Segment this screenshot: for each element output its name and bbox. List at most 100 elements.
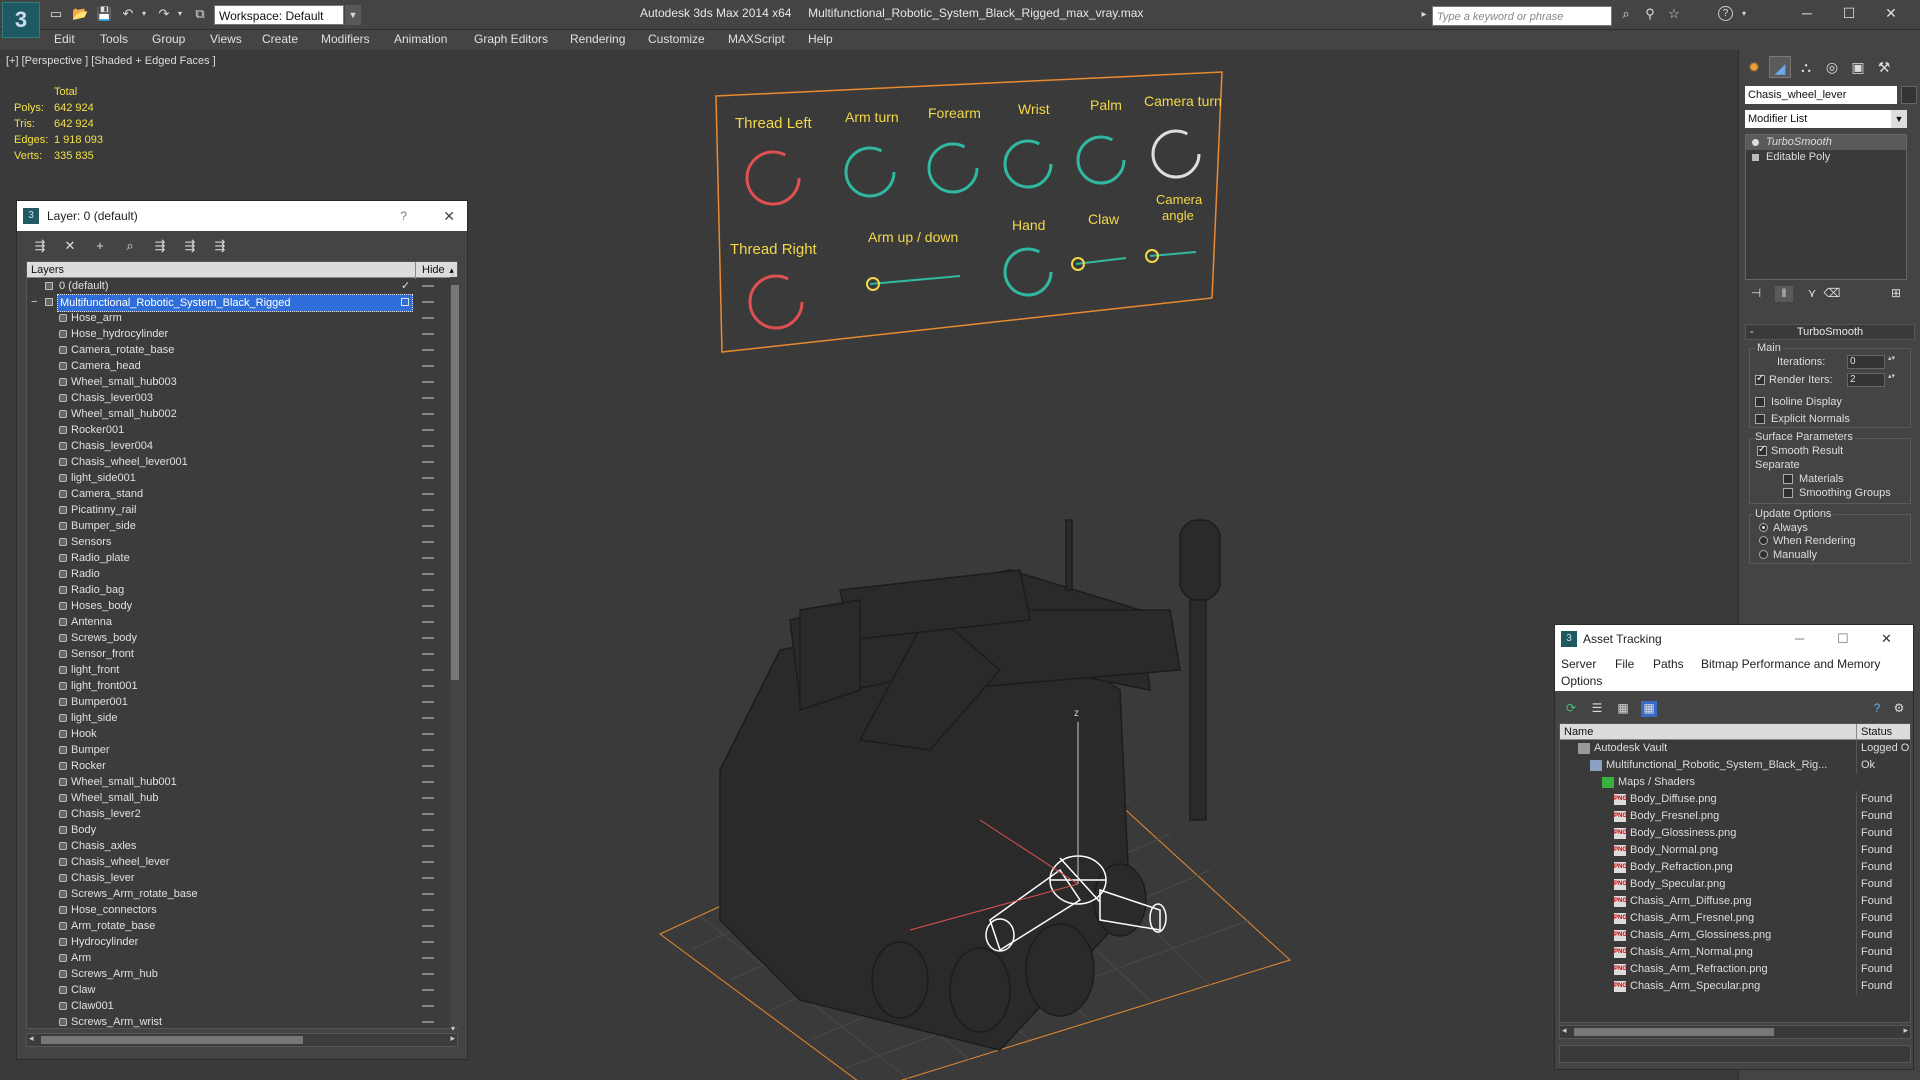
hide-toggle[interactable] bbox=[422, 445, 434, 447]
key-icon[interactable]: ⚲ bbox=[1642, 6, 1658, 22]
asset-row[interactable]: Autodesk Vault Logged O bbox=[1560, 740, 1910, 757]
layer-object-row[interactable]: Chasis_wheel_lever bbox=[27, 854, 457, 870]
layer-manager-dialog[interactable]: 3 Layer: 0 (default) ? ✕ ⇶ ✕ + ⌕ ⇶ ⇶ ⇶ L… bbox=[16, 200, 468, 1060]
hide-toggle[interactable] bbox=[422, 957, 434, 959]
layer-object-row[interactable]: Hose_hydrocylinder bbox=[27, 326, 457, 342]
column-status[interactable]: Status bbox=[1856, 724, 1892, 740]
refresh-icon[interactable]: ⟳ bbox=[1563, 701, 1579, 717]
expand-icon[interactable] bbox=[1752, 154, 1759, 161]
asset-tracking-dialog[interactable]: 3 Asset Tracking ─ ☐ ✕ Server File Paths… bbox=[1554, 624, 1914, 1070]
layer-object-row[interactable]: Wheel_small_hub002 bbox=[27, 406, 457, 422]
column-layers[interactable]: Layers bbox=[31, 262, 64, 278]
layer-list[interactable]: Layers Hide ▲ 0 (default) ✓ − Multifunct… bbox=[26, 261, 458, 1029]
layer-object-row[interactable]: Hoses_body bbox=[27, 598, 457, 614]
layer-object-row[interactable]: Bumper_side bbox=[27, 518, 457, 534]
menu-edit[interactable]: Edit bbox=[54, 32, 75, 46]
list-view-icon[interactable]: ☰ bbox=[1589, 701, 1605, 717]
layer-object-row[interactable]: Screws_body bbox=[27, 630, 457, 646]
hide-toggle[interactable] bbox=[422, 477, 434, 479]
menu-graph-editors[interactable]: Graph Editors bbox=[474, 32, 548, 46]
asset-row[interactable]: Maps / Shaders bbox=[1560, 774, 1910, 791]
menu-animation[interactable]: Animation bbox=[394, 32, 447, 46]
highlight-layer-icon[interactable]: ⇶ bbox=[151, 237, 169, 255]
iterations-spinner[interactable]: 0 bbox=[1847, 355, 1896, 369]
hide-toggle[interactable] bbox=[422, 765, 434, 767]
when-rendering-radio[interactable] bbox=[1759, 536, 1768, 545]
chevron-down-icon[interactable]: ▼ bbox=[345, 5, 361, 25]
scroll-left-icon[interactable]: ◂ bbox=[29, 1033, 34, 1044]
layer-object-row[interactable]: light_side001 bbox=[27, 470, 457, 486]
hide-all-layers-icon[interactable]: ⇶ bbox=[181, 237, 199, 255]
hide-toggle[interactable] bbox=[422, 589, 434, 591]
hide-toggle[interactable] bbox=[422, 541, 434, 543]
menu-create[interactable]: Create bbox=[262, 32, 298, 46]
redo-icon[interactable]: ↷ bbox=[156, 6, 172, 22]
save-file-icon[interactable]: 💾 bbox=[96, 6, 112, 22]
make-unique-icon[interactable]: ⋎ bbox=[1803, 286, 1821, 302]
motion-tab-icon[interactable]: ◎ bbox=[1821, 56, 1843, 78]
layer-object-row[interactable]: Bumper bbox=[27, 742, 457, 758]
menu-tools[interactable]: Tools bbox=[100, 32, 128, 46]
freeze-all-layers-icon[interactable]: ⇶ bbox=[211, 237, 229, 255]
help-button[interactable]: ? bbox=[400, 201, 407, 231]
help-icon[interactable]: ? bbox=[1718, 6, 1733, 21]
layer-object-row[interactable]: Sensors bbox=[27, 534, 457, 550]
explicit-normals-checkbox[interactable] bbox=[1755, 414, 1765, 424]
settings-icon[interactable]: ⚙ bbox=[1891, 701, 1907, 717]
undo-icon[interactable]: ↶ bbox=[120, 6, 136, 22]
hide-toggle[interactable] bbox=[422, 605, 434, 607]
robot-model[interactable] bbox=[719, 519, 1221, 1051]
asset-row[interactable]: PNG Chasis_Arm_Normal.png Found bbox=[1560, 944, 1910, 961]
layer-object-row[interactable]: Wheel_small_hub001 bbox=[27, 774, 457, 790]
layer-object-row[interactable]: Claw bbox=[27, 982, 457, 998]
menu-views[interactable]: Views bbox=[210, 32, 242, 46]
stack-item-editable-poly[interactable]: Editable Poly bbox=[1746, 150, 1906, 165]
asset-table[interactable]: Name Status Autodesk Vault Logged O Multif… bbox=[1559, 723, 1911, 1023]
utilities-tab-icon[interactable]: ⚒ bbox=[1873, 56, 1895, 78]
expand-search-icon[interactable]: ▸ bbox=[1416, 7, 1432, 23]
display-tab-icon[interactable]: ▣ bbox=[1847, 56, 1869, 78]
help-dropdown-icon[interactable]: ▾ bbox=[1736, 6, 1752, 22]
hide-toggle[interactable] bbox=[422, 525, 434, 527]
hide-toggle[interactable] bbox=[422, 925, 434, 927]
hide-toggle[interactable] bbox=[422, 685, 434, 687]
hide-toggle[interactable] bbox=[422, 749, 434, 751]
hide-toggle[interactable] bbox=[422, 557, 434, 559]
undo-dropdown-icon[interactable]: ▾ bbox=[136, 6, 152, 22]
pin-stack-icon[interactable]: ⊣ bbox=[1747, 286, 1765, 302]
layer-object-row[interactable]: Wheel_small_hub003 bbox=[27, 374, 457, 390]
layer-object-row[interactable]: Chasis_wheel_lever001 bbox=[27, 454, 457, 470]
layer-object-row[interactable]: Hydrocylinder bbox=[27, 934, 457, 950]
layer-object-row[interactable]: Screws_Arm_wrist bbox=[27, 1014, 457, 1028]
layer-object-row[interactable]: Radio_plate bbox=[27, 550, 457, 566]
menu-customize[interactable]: Customize bbox=[648, 32, 705, 46]
stack-item-turbosmooth[interactable]: TurboSmooth bbox=[1746, 135, 1906, 150]
scroll-up-icon[interactable]: ▴ bbox=[451, 269, 455, 278]
create-layer-icon[interactable]: ⇶ bbox=[31, 237, 49, 255]
layer-object-row[interactable]: Antenna bbox=[27, 614, 457, 630]
show-end-result-icon[interactable]: ‖ bbox=[1775, 286, 1793, 302]
binoculars-icon[interactable]: ⌕ bbox=[1618, 6, 1634, 22]
layer-object-row[interactable]: Bumper001 bbox=[27, 694, 457, 710]
redo-dropdown-icon[interactable]: ▾ bbox=[172, 6, 188, 22]
app-logo-icon[interactable]: 3 bbox=[2, 2, 40, 38]
select-objects-icon[interactable]: ⌕ bbox=[121, 237, 139, 255]
layer-object-row[interactable]: Radio_bag bbox=[27, 582, 457, 598]
hide-toggle[interactable] bbox=[422, 893, 434, 895]
hide-toggle[interactable] bbox=[422, 941, 434, 943]
layer-object-row[interactable]: Hose_connectors bbox=[27, 902, 457, 918]
layer-object-row[interactable]: Chasis_lever003 bbox=[27, 390, 457, 406]
layer-object-row[interactable]: Arm bbox=[27, 950, 457, 966]
layer-object-row[interactable]: Rocker bbox=[27, 758, 457, 774]
layer-object-row[interactable]: Claw001 bbox=[27, 998, 457, 1014]
hide-toggle[interactable] bbox=[422, 829, 434, 831]
menu-bitmap-performance[interactable]: Bitmap Performance and Memory bbox=[1701, 657, 1880, 671]
manually-radio[interactable] bbox=[1759, 550, 1768, 559]
asset-row[interactable]: PNG Chasis_Arm_Refraction.png Found bbox=[1560, 961, 1910, 978]
layer-object-row[interactable]: Picatinny_rail bbox=[27, 502, 457, 518]
layer-object-row[interactable]: Chasis_lever bbox=[27, 870, 457, 886]
layer-vertical-scrollbar[interactable]: ▴ ▾ bbox=[450, 269, 460, 1033]
hide-toggle[interactable] bbox=[422, 429, 434, 431]
favorites-star-icon[interactable]: ☆ bbox=[1666, 6, 1682, 22]
hide-toggle[interactable] bbox=[422, 461, 434, 463]
